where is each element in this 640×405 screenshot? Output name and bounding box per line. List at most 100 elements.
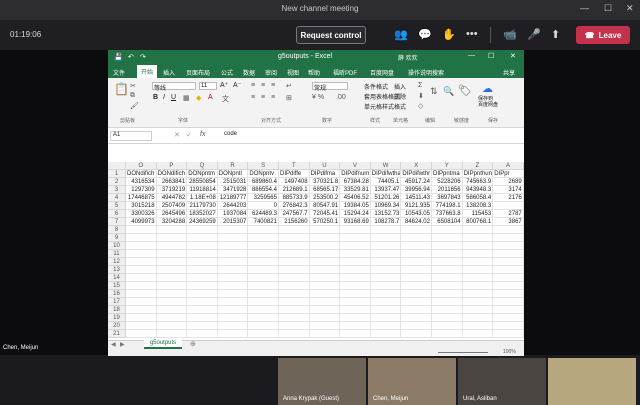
bold-button[interactable]: B	[153, 94, 158, 101]
grid-cell[interactable]: 115453	[462, 210, 494, 218]
grid-cell[interactable]: 21179730	[187, 202, 218, 210]
grid-cell[interactable]: 370321.8	[309, 178, 341, 186]
grid-cell[interactable]: 2663841	[156, 178, 188, 186]
grid-cell[interactable]	[493, 298, 524, 306]
grid-cell[interactable]: DONdifich	[126, 170, 157, 178]
grid-cell[interactable]	[370, 242, 402, 250]
grid-cell[interactable]	[156, 250, 188, 258]
grid-cell[interactable]	[279, 306, 310, 314]
grid-cell[interactable]	[370, 266, 402, 274]
grid-cell[interactable]	[340, 266, 371, 274]
grid-cell[interactable]	[340, 242, 371, 250]
column-header[interactable]: X	[401, 162, 432, 170]
grid-cell[interactable]	[309, 314, 341, 322]
grid-cell[interactable]	[309, 258, 341, 266]
grid-cell[interactable]	[248, 330, 279, 338]
grid-cell[interactable]: 3471928	[217, 186, 249, 194]
grid-cell[interactable]	[248, 250, 279, 258]
grid-cell[interactable]	[462, 226, 494, 234]
grid-cell[interactable]	[126, 298, 157, 306]
grid-cell[interactable]	[432, 274, 463, 282]
grid-cell[interactable]	[279, 330, 310, 338]
chat-icon[interactable]: 💬	[418, 28, 432, 41]
align-bottom-icon[interactable]: ≡	[271, 82, 275, 89]
grid-cell[interactable]: 3697843	[432, 194, 463, 202]
underline-button[interactable]: U	[171, 94, 176, 101]
grid-cell[interactable]: 4099973	[126, 218, 157, 226]
grid-cell[interactable]: 10969.34	[370, 202, 402, 210]
grid-cell[interactable]	[370, 234, 402, 242]
grid-cell[interactable]	[248, 282, 279, 290]
tab-file[interactable]: 文件	[113, 68, 125, 77]
grid-cell[interactable]	[493, 322, 524, 330]
grid-cell[interactable]	[493, 314, 524, 322]
grid-cell[interactable]	[493, 202, 524, 210]
grid-cell[interactable]: 11918814	[187, 186, 218, 194]
tab-review[interactable]: 审阅	[265, 68, 277, 77]
grid-cell[interactable]: DIPdiffe	[279, 170, 310, 178]
grid-cell[interactable]	[217, 322, 249, 330]
grid-cell[interactable]	[370, 290, 402, 298]
grid-cell[interactable]: 737663.8	[432, 210, 463, 218]
grid-cell[interactable]	[156, 330, 188, 338]
grid-cell[interactable]: 2515031	[217, 178, 249, 186]
grid-cell[interactable]	[279, 234, 310, 242]
italic-button[interactable]: I	[163, 94, 165, 101]
grid-cell[interactable]	[370, 282, 402, 290]
raise-hand-icon[interactable]: ✋	[442, 28, 456, 41]
grid-cell[interactable]: 212689.1	[279, 186, 310, 194]
confirm-formula-icon[interactable]: ✓	[186, 131, 192, 139]
grid-cell[interactable]: 253500.2	[309, 194, 341, 202]
grid-cell[interactable]	[248, 314, 279, 322]
font-name-select[interactable]: 等线	[152, 82, 196, 92]
tab-help[interactable]: 帮助	[308, 68, 320, 77]
column-header[interactable]: Q	[187, 162, 218, 170]
grid-cell[interactable]	[401, 330, 432, 338]
grid-cell[interactable]	[156, 266, 188, 274]
grid-cell[interactable]: 33529.81	[340, 186, 371, 194]
grid-cell[interactable]	[187, 330, 218, 338]
grid-cell[interactable]	[156, 322, 188, 330]
row-header[interactable]: 19	[108, 314, 126, 322]
grid-cell[interactable]	[370, 314, 402, 322]
grid-cell[interactable]: 18352027	[187, 210, 218, 218]
grid-cell[interactable]	[126, 306, 157, 314]
save-icon[interactable]: 💾	[114, 53, 123, 61]
grid-cell[interactable]: 4944782	[156, 194, 188, 202]
grid-cell[interactable]	[340, 298, 371, 306]
grid-cell[interactable]	[493, 274, 524, 282]
tab-baidu[interactable]: 百度网盘	[370, 68, 394, 77]
grid-cell[interactable]: 3015218	[126, 202, 157, 210]
grid-cell[interactable]	[217, 274, 249, 282]
grid-cell[interactable]	[340, 322, 371, 330]
grid-cell[interactable]: 6508104	[432, 218, 463, 226]
grid-cell[interactable]	[432, 266, 463, 274]
grid-cell[interactable]: DIPdifwtha	[370, 170, 402, 178]
participant-tile[interactable]: Anna Krypak (Guest)	[278, 358, 366, 405]
grid-cell[interactable]: 68565.17	[309, 186, 341, 194]
grid-cell[interactable]	[187, 250, 218, 258]
grid-cell[interactable]	[401, 250, 432, 258]
align-middle-icon[interactable]: ≡	[261, 82, 265, 89]
grid-cell[interactable]	[401, 226, 432, 234]
grid-cell[interactable]: DIPpr	[493, 170, 524, 178]
grid-cell[interactable]	[126, 266, 157, 274]
grid-cell[interactable]	[340, 330, 371, 338]
grid-cell[interactable]	[370, 250, 402, 258]
microphone-icon[interactable]: 🎤	[527, 28, 541, 41]
grid-cell[interactable]: DONpntv	[248, 170, 279, 178]
row-header[interactable]: 2	[108, 178, 126, 186]
add-sheet-icon[interactable]: ⊕	[190, 340, 196, 348]
grid-cell[interactable]	[401, 266, 432, 274]
grid-cell[interactable]	[187, 298, 218, 306]
grid-cell[interactable]	[217, 298, 249, 306]
column-header[interactable]: A	[493, 162, 524, 170]
grid-cell[interactable]: 51201.26	[370, 194, 402, 202]
copy-icon[interactable]: ⧉	[130, 92, 135, 100]
row-header[interactable]: 21	[108, 330, 126, 338]
grid-cell[interactable]	[340, 306, 371, 314]
grid-cell[interactable]	[340, 314, 371, 322]
grid-cell[interactable]	[279, 258, 310, 266]
grid-cell[interactable]	[432, 226, 463, 234]
grid-cell[interactable]	[248, 290, 279, 298]
